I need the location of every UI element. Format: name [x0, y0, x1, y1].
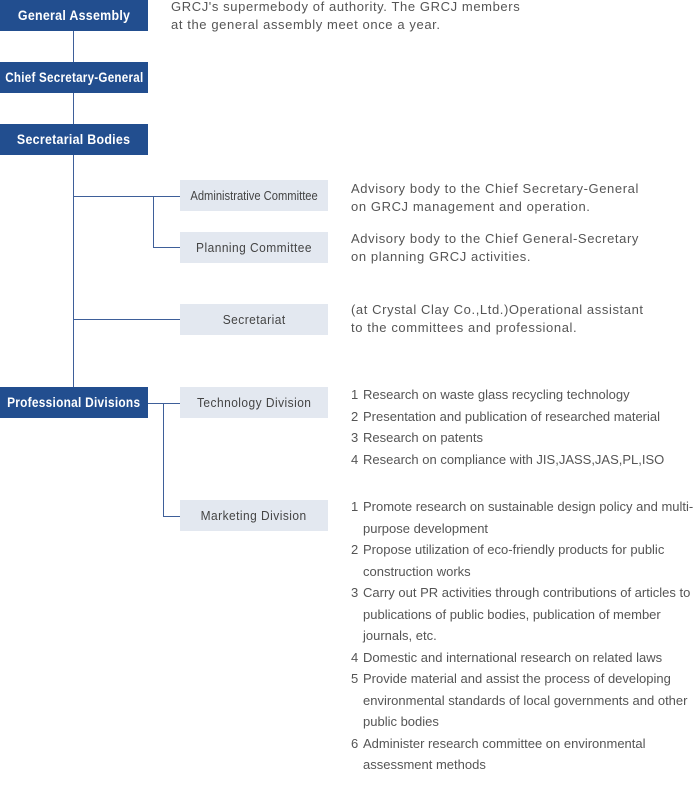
- node-administrative-committee: Administrative Committee: [180, 180, 328, 211]
- node-technology-division: Technology Division: [180, 387, 328, 418]
- item-text: Promote research on sustainable design p…: [363, 499, 694, 536]
- item-number: 1: [351, 499, 359, 514]
- description-line: on GRCJ management and operation.: [351, 199, 591, 214]
- list-item: 1 Research on waste glass recycling techn…: [351, 384, 700, 406]
- item-text: Research on compliance with JIS,JASS,JAS…: [363, 451, 665, 467]
- node-label: Marketing Division: [200, 508, 307, 523]
- node-professional-divisions: Professional Divisions: [0, 387, 148, 418]
- node-label: Professional Divisions: [7, 395, 141, 410]
- planning-committee-description: Advisory body to the Chief General-Secre…: [351, 230, 639, 266]
- node-secretariat: Secretariat: [180, 304, 328, 335]
- connector-committee-branch: [153, 196, 154, 248]
- item-number: 2: [351, 542, 359, 557]
- node-secretarial-bodies: Secretarial Bodies: [0, 124, 148, 155]
- technology-division-list: 1 Research on waste glass recycling techn…: [351, 384, 700, 470]
- item-text: Presentation and publication of research…: [363, 408, 661, 424]
- secretariat-description: (at Crystal Clay Co.,Ltd.)Operational as…: [351, 301, 644, 337]
- description-line: at the general assembly meet once a year…: [171, 17, 441, 32]
- description-line: Advisory body to the Chief General-Secre…: [351, 231, 639, 246]
- node-general-assembly: General Assembly: [0, 0, 148, 31]
- description-line: to the committees and professional.: [351, 320, 578, 335]
- node-label: Secretarial Bodies: [17, 132, 131, 147]
- connector-division-branch: [163, 403, 164, 517]
- administrative-committee-description: Advisory body to the Chief Secretary-Gen…: [351, 180, 639, 216]
- item-number: 6: [351, 735, 359, 751]
- connector-to-technology: [148, 403, 180, 404]
- description-line: GRCJ's supermebody of authority. The GRC…: [171, 0, 521, 14]
- item-number: 3: [351, 430, 359, 445]
- description-line: (at Crystal Clay Co.,Ltd.)Operational as…: [351, 302, 644, 317]
- item-number: 5: [351, 671, 359, 686]
- list-item: 6 Administer research committee on enviro…: [351, 733, 700, 776]
- node-chief-secretary-general: Chief Secretary-General: [0, 62, 148, 93]
- item-text: Administer research committee on environ…: [363, 735, 646, 773]
- general-assembly-description: GRCJ's supermebody of authority. The GRC…: [171, 0, 520, 34]
- item-number: 4: [351, 451, 359, 467]
- item-number: 2: [351, 408, 359, 424]
- list-item: 4 Research on compliance with JIS,JASS,JA…: [351, 449, 700, 471]
- item-text: Research on patents: [363, 430, 483, 445]
- node-label: Planning Committee: [196, 240, 312, 255]
- node-label: Chief Secretary-General: [4, 70, 144, 85]
- list-item: 1 Promote research on sustainable design …: [351, 496, 700, 539]
- node-label: Technology Division: [196, 395, 312, 410]
- list-item: 3 Research on patents: [351, 427, 700, 449]
- item-number: 3: [351, 585, 359, 600]
- list-item: 2 Propose utilization of eco-friendly pro…: [351, 539, 700, 582]
- item-text: Carry out PR activities through contribu…: [363, 585, 691, 643]
- node-label: Administrative Committee: [190, 188, 318, 203]
- item-text: Research on waste glass recycling techno…: [363, 387, 630, 402]
- item-text: Propose utilization of eco-friendly prod…: [363, 542, 665, 579]
- connector-to-committees: [73, 196, 180, 197]
- connector-to-planning: [153, 247, 180, 248]
- list-item: 5 Provide material and assist the process…: [351, 668, 700, 733]
- item-number: 4: [351, 649, 359, 665]
- item-number: 1: [351, 387, 359, 402]
- description-line: Advisory body to the Chief Secretary-Gen…: [351, 181, 639, 196]
- node-label: General Assembly: [17, 8, 131, 23]
- list-item: 3 Carry out PR activities through contrib…: [351, 582, 700, 647]
- item-text: Provide material and assist the process …: [363, 671, 688, 729]
- connector-to-marketing: [163, 516, 180, 517]
- connector-to-secretariat: [73, 319, 180, 320]
- item-text: Domestic and international research on r…: [363, 649, 663, 665]
- list-item: 2 Presentation and publication of researc…: [351, 406, 700, 428]
- description-line: on planning GRCJ activities.: [351, 249, 532, 264]
- node-label: Secretariat: [222, 312, 286, 327]
- marketing-division-list: 1 Promote research on sustainable design …: [351, 496, 700, 776]
- node-planning-committee: Planning Committee: [180, 232, 328, 263]
- node-marketing-division: Marketing Division: [180, 500, 328, 531]
- list-item: 4 Domestic and international research on …: [351, 647, 700, 669]
